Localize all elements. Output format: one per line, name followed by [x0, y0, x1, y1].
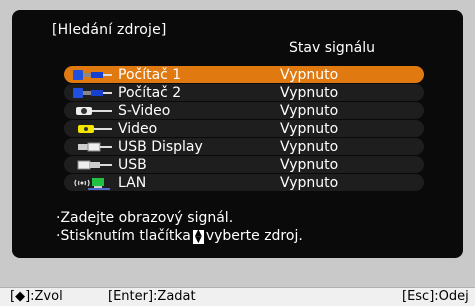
source-status: Vypnuto [280, 174, 339, 191]
source-row-computer-2[interactable]: Počítač 2 Vypnuto [64, 84, 424, 101]
hint-enter-signal: ·Zadejte obrazový signál. [56, 210, 234, 226]
hint-suffix: vyberte zdroj. [205, 228, 303, 244]
source-row-lan[interactable]: LAN Vypnuto [64, 174, 424, 191]
lan-icon [70, 176, 118, 190]
svideo-icon [70, 104, 118, 118]
source-status: Vypnuto [280, 84, 339, 101]
source-status: Vypnuto [280, 120, 339, 137]
footer: [◆]:Zvol [Enter]:Zadat [Esc]:Odej [0, 267, 475, 306]
source-label: Počítač 2 [118, 84, 182, 101]
source-row-s-video[interactable]: S-Video Vypnuto [64, 102, 424, 119]
computer-icon [70, 68, 118, 82]
source-row-computer-1[interactable]: Počítač 1 Vypnuto [64, 66, 424, 83]
footer-select-hint: [◆]:Zvol [10, 289, 63, 304]
hint-select-source: ·Stisknutím tlačítka ▲ ▼ vyberte zdroj. [56, 228, 303, 245]
up-down-arrow-icon: ▲ ▼ [192, 229, 204, 245]
source-label: USB [118, 156, 147, 173]
video-icon [70, 122, 118, 136]
footer-bar: [◆]:Zvol [Enter]:Zadat [Esc]:Odej [0, 287, 475, 306]
source-label: Video [118, 120, 158, 137]
source-label: Počítač 1 [118, 66, 182, 83]
source-status: Vypnuto [280, 138, 339, 155]
source-status: Vypnuto [280, 66, 339, 83]
source-row-video[interactable]: Video Vypnuto [64, 120, 424, 137]
source-label: S-Video [118, 102, 171, 119]
computer-icon [70, 86, 118, 100]
source-row-usb-display[interactable]: USB Display Vypnuto [64, 138, 424, 155]
hint-prefix: ·Stisknutím tlačítka [56, 228, 191, 244]
source-status: Vypnuto [280, 156, 339, 173]
source-list: Počítač 1 Vypnuto Počítač 2 Vypnuto S-Vi… [64, 66, 424, 191]
footer-esc-hint: [Esc]:Odej [402, 289, 469, 304]
source-label: LAN [118, 174, 147, 191]
screen-frame: [Hledání zdroje] Stav signálu Počítač 1 … [0, 0, 475, 267]
usb-display-icon [70, 140, 118, 154]
source-label: USB Display [118, 138, 203, 155]
signal-status-header: Stav signálu [289, 40, 375, 56]
source-row-usb[interactable]: USB Vypnuto [64, 156, 424, 173]
footer-enter-hint: [Enter]:Zadat [108, 289, 196, 304]
source-status: Vypnuto [280, 102, 339, 119]
dialog-title: [Hledání zdroje] [52, 22, 167, 38]
usb-icon [70, 158, 118, 172]
